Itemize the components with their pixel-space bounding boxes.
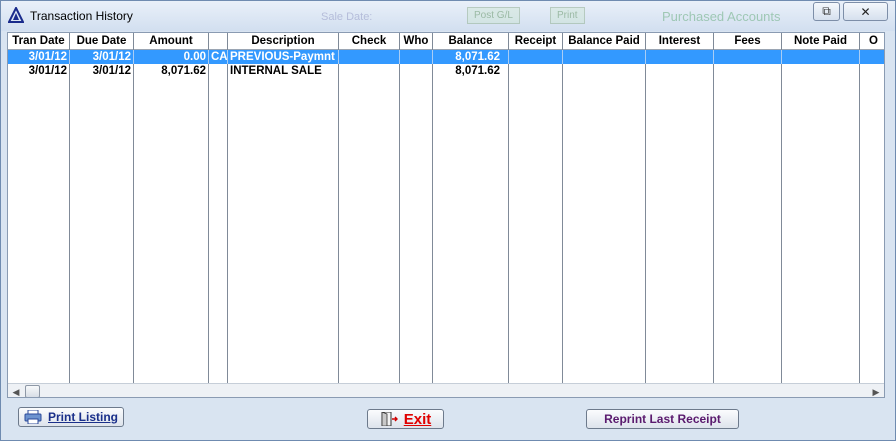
cell-balance: 8,071.62	[433, 64, 509, 78]
cell-receipt	[509, 64, 563, 78]
cell-balance-paid	[563, 64, 646, 78]
cell-check	[339, 64, 400, 78]
cell-interest	[646, 64, 714, 78]
col-header-tran-date[interactable]: Tran Date	[8, 33, 70, 50]
window-title: Transaction History	[30, 9, 133, 23]
cell-amount: 8,071.62	[134, 64, 209, 78]
col-header-note-paid[interactable]: Note Paid	[782, 33, 860, 50]
col-header-description[interactable]: Description	[228, 33, 339, 50]
cell-fees	[714, 64, 782, 78]
cell-note-paid	[782, 50, 860, 64]
exit-door-icon	[381, 412, 398, 426]
cell-who	[400, 50, 433, 64]
cell-check	[339, 50, 400, 64]
horizontal-scrollbar[interactable]: ◀ ▶	[8, 383, 884, 397]
cell-due-date: 3/01/12	[70, 50, 134, 64]
cell-due-date: 3/01/12	[70, 64, 134, 78]
col-header-due-date[interactable]: Due Date	[70, 33, 134, 50]
cell-description: PREVIOUS-Paymnt	[228, 50, 339, 64]
col-header-fees[interactable]: Fees	[714, 33, 782, 50]
col-header-amount[interactable]: Amount	[134, 33, 209, 50]
col-header-who[interactable]: Who	[400, 33, 433, 50]
ghost-heading: Purchased Accounts	[662, 9, 781, 24]
cell-description: INTERNAL SALE	[228, 64, 339, 78]
col-header-balance[interactable]: Balance	[433, 33, 509, 50]
col-header-overflow[interactable]: O	[860, 33, 884, 50]
cell-tran-date: 3/01/12	[8, 50, 70, 64]
ghost-button-post: Post G/L	[467, 7, 520, 24]
title-bar[interactable]: Transaction History Sale Date: Post G/L …	[1, 1, 895, 31]
col-header-check[interactable]: Check	[339, 33, 400, 50]
table-row[interactable]: 3/01/12 3/01/12 8,071.62 INTERNAL SALE 8…	[8, 64, 884, 78]
col-header-balance-paid[interactable]: Balance Paid	[563, 33, 646, 50]
cell-overflow	[860, 64, 884, 78]
col-header-receipt[interactable]: Receipt	[509, 33, 563, 50]
cell-amount: 0.00	[134, 50, 209, 64]
table-row[interactable]: 3/01/12 3/01/12 0.00 CA PREVIOUS-Paymnt …	[8, 50, 884, 64]
cell-interest	[646, 50, 714, 64]
cell-overflow	[860, 50, 884, 64]
print-listing-label: Print Listing	[48, 410, 118, 424]
grid-header: Tran Date Due Date Amount Description Ch…	[8, 33, 884, 50]
exit-button[interactable]: Exit	[367, 409, 444, 429]
cell-type	[209, 64, 228, 78]
scroll-left-arrow-icon[interactable]: ◀	[10, 386, 22, 397]
app-triangle-icon	[8, 7, 24, 23]
cell-who	[400, 64, 433, 78]
col-header-interest[interactable]: Interest	[646, 33, 714, 50]
reprint-last-receipt-label: Reprint Last Receipt	[604, 412, 721, 426]
transaction-history-window: Transaction History Sale Date: Post G/L …	[0, 0, 896, 441]
cell-type: CA	[211, 50, 228, 64]
reprint-last-receipt-button[interactable]: Reprint Last Receipt	[586, 409, 739, 429]
cell-fees	[714, 50, 782, 64]
transaction-grid[interactable]: Tran Date Due Date Amount Description Ch…	[7, 32, 885, 398]
col-header-type[interactable]	[209, 33, 228, 50]
scroll-right-arrow-icon[interactable]: ▶	[870, 386, 882, 397]
grid-body: 3/01/12 3/01/12 0.00 CA PREVIOUS-Paymnt …	[8, 50, 884, 384]
cell-note-paid	[782, 64, 860, 78]
cell-balance-paid	[563, 50, 646, 64]
cell-receipt	[509, 50, 563, 64]
printer-icon	[24, 410, 42, 424]
exit-label: Exit	[403, 410, 432, 428]
close-button[interactable]: ✕	[843, 2, 888, 21]
ghost-label-sale-date: Sale Date:	[321, 11, 373, 23]
restore-icon: ⧉	[822, 4, 831, 18]
restore-button[interactable]: ⧉	[813, 2, 840, 21]
cell-tran-date: 3/01/12	[8, 64, 70, 78]
close-icon: ✕	[860, 4, 871, 19]
cell-balance: 8,071.62	[433, 50, 509, 64]
ghost-button-print: Print	[550, 7, 585, 24]
scrollbar-thumb[interactable]	[25, 385, 40, 397]
print-listing-button[interactable]: Print Listing	[18, 407, 124, 427]
